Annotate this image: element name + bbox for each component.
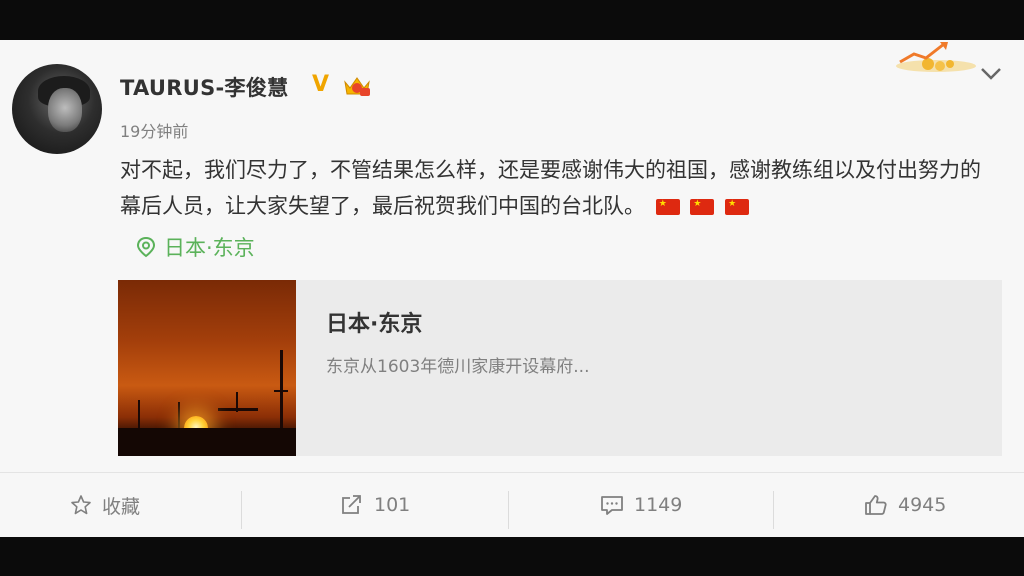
- post-content: 对不起，我们尽力了，不管结果怎么样，还是要感谢伟大的祖国，感谢教练组以及付出努力…: [120, 152, 1000, 224]
- repost-count: 101: [374, 494, 411, 516]
- favorite-label: 收藏: [102, 495, 141, 518]
- china-flag-icon: ★: [690, 199, 715, 215]
- location-link[interactable]: 日本·东京: [136, 232, 255, 262]
- favorite-button[interactable]: 收藏: [70, 473, 140, 537]
- weibo-post: TAURUS-李俊慧 V 19分钟前 对不起，我们尽力了，不管结果怎么样，还是要…: [0, 40, 1024, 537]
- avatar-face: [48, 88, 82, 132]
- china-flag-icon: ★: [725, 199, 750, 215]
- post-text: 对不起，我们尽力了，不管结果怎么样，还是要感谢伟大的祖国，感谢教练组以及付出努力…: [120, 158, 981, 218]
- comment-icon: [601, 496, 623, 515]
- action-bar: 收藏 101 1149 4945: [0, 472, 1024, 537]
- location-card[interactable]: 日本·东京 东京从1603年德川家康开设幕府...: [118, 280, 1002, 456]
- like-count: 4945: [898, 494, 947, 516]
- divider: [773, 491, 774, 529]
- repost-button[interactable]: 101: [340, 473, 410, 537]
- like-button[interactable]: 4945: [864, 473, 946, 537]
- video-frame: TAURUS-李俊慧 V 19分钟前 对不起，我们尽力了，不管结果怎么样，还是要…: [0, 0, 1024, 576]
- chevron-down-icon[interactable]: [978, 62, 1004, 84]
- divider: [241, 491, 242, 529]
- avatar[interactable]: [12, 64, 102, 154]
- comment-button[interactable]: 1149: [600, 473, 682, 537]
- divider: [508, 491, 509, 529]
- location-label: 日本·东京: [164, 236, 255, 260]
- trending-badge-icon: [896, 42, 976, 72]
- card-title: 日本·东京: [326, 312, 423, 337]
- star-icon: [71, 495, 91, 515]
- sunset-image: [118, 280, 296, 456]
- location-pin-icon: [136, 236, 156, 258]
- thumbs-up-icon: [865, 495, 887, 515]
- card-description: 东京从1603年德川家康开设幕府...: [326, 357, 590, 377]
- verified-icon: V: [312, 72, 330, 97]
- repost-icon: [342, 495, 361, 514]
- vip-crown-icon: [344, 77, 370, 96]
- username[interactable]: TAURUS-李俊慧: [120, 72, 288, 102]
- post-timestamp: 19分钟前: [120, 122, 189, 141]
- china-flag-icon: ★: [655, 199, 680, 215]
- comment-count: 1149: [634, 494, 683, 516]
